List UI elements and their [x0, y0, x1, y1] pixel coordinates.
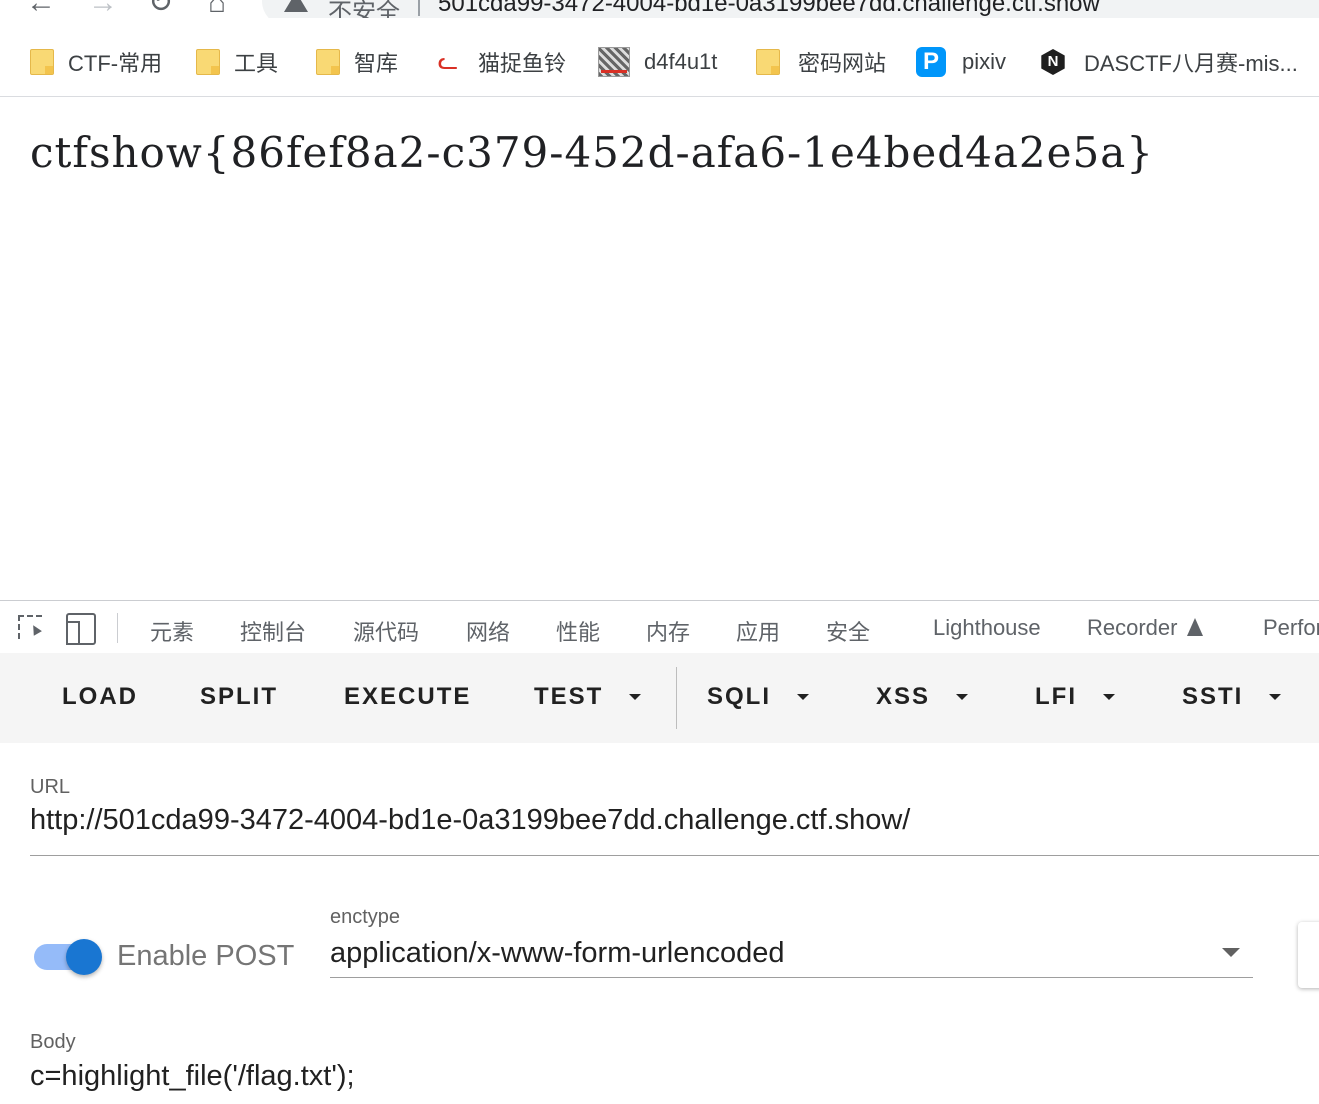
- reload-icon[interactable]: ↻: [148, 0, 173, 18]
- xss-menu-button[interactable]: XSS: [876, 683, 969, 711]
- ssti-menu-button[interactable]: SSTI: [1182, 683, 1282, 711]
- address-text[interactable]: 501cda99-3472-4004-bd1e-0a3199bee7dd.cha…: [438, 0, 1100, 18]
- bookmark-label: pixiv: [962, 49, 1007, 74]
- lfi-label: LFI: [1035, 683, 1077, 710]
- caret-down-icon: [1103, 694, 1115, 700]
- tab-performance[interactable]: 性能: [556, 615, 600, 647]
- bookmark-label: CTF-常用: [68, 51, 163, 76]
- tab-sources[interactable]: 源代码: [353, 615, 419, 647]
- body-label: Body: [30, 1031, 76, 1053]
- toolbar-divider: [676, 667, 677, 729]
- execute-button[interactable]: EXECUTE: [344, 683, 471, 711]
- bookmark-cat[interactable]: ᓚ 猫捉鱼铃: [434, 48, 566, 76]
- caret-down-icon: [956, 694, 969, 700]
- url-underline: [30, 855, 1319, 856]
- flask-icon: [1187, 618, 1204, 636]
- inspect-icon[interactable]: [18, 615, 42, 639]
- bookmark-tools[interactable]: 工具: [196, 48, 278, 76]
- tab-network[interactable]: 网络: [466, 615, 510, 647]
- forward-icon[interactable]: →: [88, 0, 118, 18]
- pixiv-icon: P: [916, 47, 946, 77]
- tab-recorder[interactable]: Recorder: [1087, 615, 1204, 641]
- tab-elements[interactable]: 元素: [150, 615, 194, 647]
- load-button[interactable]: LOAD: [62, 683, 138, 711]
- enctype-label: enctype: [330, 906, 401, 928]
- enctype-underline: [330, 977, 1253, 978]
- bookmark-label: 智库: [354, 51, 399, 76]
- toggle-thumb: [66, 939, 102, 975]
- url-input[interactable]: http://501cda99-3472-4004-bd1e-0a3199bee…: [30, 804, 910, 837]
- ssti-label: SSTI: [1182, 683, 1244, 710]
- tab-performance-insights[interactable]: Perfor: [1263, 615, 1319, 641]
- enable-post-label[interactable]: Enable POST: [117, 940, 294, 973]
- caret-down-icon: [629, 694, 642, 700]
- bookmark-label: d4f4u1t: [644, 49, 718, 74]
- bookmark-dasctf[interactable]: N DASCTF八月赛-mis...: [1040, 48, 1298, 76]
- bookmark-pixiv[interactable]: P pixiv: [916, 47, 1007, 77]
- address-separator: [418, 0, 420, 16]
- n-icon: N: [1041, 49, 1065, 75]
- folder-icon: [316, 49, 340, 75]
- test-label: TEST: [534, 683, 604, 710]
- bookmark-label: 密码网站: [798, 51, 887, 76]
- tab-console[interactable]: 控制台: [240, 615, 306, 647]
- dropdown-arrow-icon[interactable]: [1222, 948, 1240, 957]
- bookmark-ctf[interactable]: CTF-常用: [30, 48, 162, 76]
- caret-down-icon: [797, 694, 810, 700]
- folder-icon: [196, 49, 220, 75]
- tab-lighthouse[interactable]: Lighthouse: [933, 615, 1041, 641]
- bookmark-label: DASCTF八月赛-mis...: [1084, 51, 1298, 76]
- security-label[interactable]: 不安全: [328, 0, 400, 18]
- bookmark-think-tank[interactable]: 智库: [316, 48, 398, 76]
- tab-application[interactable]: 应用: [736, 615, 780, 647]
- folder-icon: [756, 49, 780, 75]
- flag-text: ctfshow{86fef8a2-c379-452d-afa6-1e4bed4a…: [30, 128, 1154, 177]
- tab-security[interactable]: 安全: [826, 615, 870, 647]
- enctype-select[interactable]: application/x-www-form-urlencoded: [330, 937, 785, 970]
- url-label: URL: [30, 776, 71, 798]
- lfi-menu-button[interactable]: LFI: [1035, 683, 1115, 711]
- devtools-separator: [117, 613, 118, 643]
- image-icon: [598, 47, 630, 77]
- bookmark-label: 猫捉鱼铃: [478, 51, 567, 76]
- enable-post-toggle[interactable]: [34, 939, 104, 975]
- bookmarks-bar: CTF-常用 工具 智库 ᓚ 猫捉鱼铃 d4f4u1t 密码网站 P pixiv…: [0, 30, 1319, 97]
- browser-toolbar: ← → ↻ ⌂ 不安全 501cda99-3472-4004-bd1e-0a31…: [0, 0, 1319, 18]
- folder-icon: [30, 49, 54, 75]
- back-icon[interactable]: ←: [26, 0, 56, 18]
- address-bar[interactable]: 不安全 501cda99-3472-4004-bd1e-0a3199bee7dd…: [262, 0, 1319, 18]
- device-toggle-icon[interactable]: [66, 613, 96, 645]
- test-menu-button[interactable]: TEST: [534, 683, 642, 711]
- body-input[interactable]: c=highlight_file('/flag.txt');: [30, 1060, 355, 1093]
- sqli-menu-button[interactable]: SQLI: [707, 683, 810, 711]
- warning-icon[interactable]: [284, 0, 308, 12]
- devtools-tab-bar: 元素 控制台 源代码 网络 性能 内存 应用 安全 Lighthouse Rec…: [0, 600, 1319, 654]
- cat-icon: ᓚ: [437, 48, 459, 75]
- xss-label: XSS: [876, 683, 931, 710]
- home-icon[interactable]: ⌂: [208, 0, 226, 18]
- sqli-label: SQLI: [707, 683, 772, 710]
- tab-recorder-label: Recorder: [1087, 615, 1178, 640]
- hackbar-toolbar: LOAD SPLIT EXECUTE TEST SQLI XSS LFI SST…: [0, 653, 1319, 743]
- split-button[interactable]: SPLIT: [200, 683, 278, 711]
- bookmark-d4f4u1t[interactable]: d4f4u1t: [598, 47, 718, 77]
- side-panel-edge[interactable]: [1298, 922, 1319, 988]
- bookmark-crypto[interactable]: 密码网站: [756, 48, 886, 76]
- tab-memory[interactable]: 内存: [646, 615, 690, 647]
- caret-down-icon: [1269, 694, 1282, 700]
- bookmark-label: 工具: [234, 51, 279, 76]
